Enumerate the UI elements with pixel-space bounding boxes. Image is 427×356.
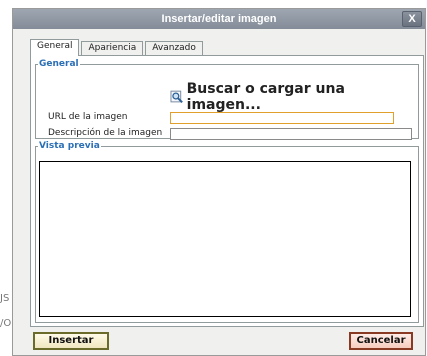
tab-apariencia[interactable]: Apariencia (81, 41, 144, 56)
insert-button[interactable]: Insertar (33, 332, 109, 350)
url-label: URL de la imagen (48, 112, 128, 122)
preview-fieldset: Vista previa (35, 141, 419, 323)
tab-avanzado[interactable]: Avanzado (145, 41, 203, 56)
close-icon: X (408, 13, 416, 25)
description-label: Descripción de la imagen (48, 128, 163, 138)
image-url-input[interactable] (170, 112, 394, 124)
tab-strip: General Apariencia Avanzado (30, 39, 203, 56)
magnifier-icon (170, 90, 183, 104)
general-legend: General (39, 59, 79, 69)
image-preview-area (39, 161, 411, 317)
background-fragment: /O (0, 318, 12, 329)
browse-image-link[interactable]: Buscar o cargar una imagen... (170, 81, 418, 113)
insert-image-dialog: Insertar/editar imagen X General Aparien… (12, 8, 426, 356)
close-button[interactable]: X (402, 11, 422, 27)
general-fieldset: General Buscar o cargar una imagen... UR… (35, 59, 419, 140)
browse-label: Buscar o cargar una imagen... (186, 81, 345, 113)
dialog-title: Insertar/editar imagen (161, 13, 277, 25)
tab-general[interactable]: General (30, 39, 80, 56)
dialog-title-bar[interactable]: Insertar/editar imagen X (13, 9, 425, 29)
tab-panel-general: General Buscar o cargar una imagen... UR… (30, 55, 424, 327)
background-fragment: JS (0, 293, 10, 304)
cancel-button[interactable]: Cancelar (349, 332, 413, 350)
image-description-input[interactable] (170, 128, 412, 140)
preview-legend: Vista previa (39, 141, 100, 151)
